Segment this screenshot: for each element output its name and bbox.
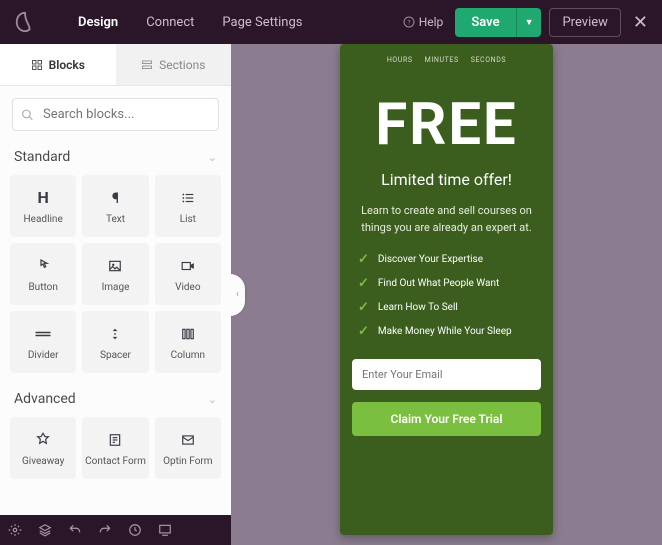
list-item: ✓ Discover Your Expertise xyxy=(358,252,535,267)
check-icon: ✓ xyxy=(358,276,369,291)
cta-button[interactable]: Claim Your Free Trial xyxy=(352,402,541,436)
headline-icon: H xyxy=(38,188,49,208)
button-icon xyxy=(35,256,51,276)
form-icon xyxy=(108,430,122,450)
block-video[interactable]: Video xyxy=(155,243,221,305)
block-label: Column xyxy=(171,350,205,361)
block-label: Optin Form xyxy=(163,456,213,467)
svg-text:?: ? xyxy=(407,19,410,27)
block-label: Video xyxy=(175,282,200,293)
blocks-icon xyxy=(31,59,43,71)
spacer-icon xyxy=(108,324,122,344)
section-standard-label: Standard xyxy=(14,149,70,165)
block-divider[interactable]: Divider xyxy=(10,311,76,373)
timer-minutes: MINUTES xyxy=(425,56,459,64)
redo-icon[interactable] xyxy=(98,523,112,537)
bullet-text: Learn How To Sell xyxy=(378,302,458,313)
subheadline[interactable]: Limited time offer! xyxy=(352,170,541,189)
column-icon xyxy=(180,324,196,344)
save-button[interactable]: Save xyxy=(455,8,515,37)
device-icon[interactable] xyxy=(158,523,172,537)
undo-icon[interactable] xyxy=(68,523,82,537)
section-advanced-label: Advanced xyxy=(14,391,76,407)
block-label: Headline xyxy=(24,214,63,225)
list-item: ✓ Make Money While Your Sleep xyxy=(358,324,535,339)
chevron-down-icon: ⌄ xyxy=(208,151,217,164)
bullet-text: Find Out What People Want xyxy=(378,278,499,289)
search-icon xyxy=(21,108,34,121)
nav-connect[interactable]: Connect xyxy=(132,15,208,30)
block-contact-form[interactable]: Contact Form xyxy=(82,417,148,479)
sections-icon xyxy=(141,59,153,71)
email-field[interactable] xyxy=(352,359,541,390)
text-icon: ¶ xyxy=(112,188,119,208)
block-label: Button xyxy=(28,282,57,293)
divider-icon xyxy=(34,324,52,344)
app-logo-icon xyxy=(14,11,36,33)
bullet-list[interactable]: ✓ Discover Your Expertise ✓ Find Out What … xyxy=(352,246,541,343)
tab-sections[interactable]: Sections xyxy=(116,44,232,85)
save-dropdown[interactable]: ▼ xyxy=(516,8,542,37)
block-giveaway[interactable]: Giveaway xyxy=(10,417,76,479)
check-icon: ✓ xyxy=(358,324,369,339)
timer-hours: HOURS xyxy=(387,56,413,64)
giveaway-icon xyxy=(35,430,51,450)
tab-blocks[interactable]: Blocks xyxy=(0,44,116,85)
help-label: Help xyxy=(419,15,444,29)
chevron-down-icon: ⌄ xyxy=(208,393,217,406)
block-label: Text xyxy=(106,214,125,225)
layers-icon[interactable] xyxy=(38,523,52,537)
nav-design[interactable]: Design xyxy=(64,15,132,30)
section-standard-toggle[interactable]: Standard ⌄ xyxy=(0,143,231,171)
headline[interactable]: FREE xyxy=(352,96,541,154)
list-item: ✓ Find Out What People Want xyxy=(358,276,535,291)
bullet-text: Make Money While Your Sleep xyxy=(378,326,512,337)
countdown-labels: HOURS MINUTES SECONDS xyxy=(352,56,541,64)
block-label: Image xyxy=(102,282,130,293)
page-preview[interactable]: HOURS MINUTES SECONDS FREE Limited time … xyxy=(340,44,553,535)
list-item: ✓ Learn How To Sell xyxy=(358,300,535,315)
topbar: Design Connect Page Settings ? Help Save… xyxy=(0,0,662,44)
bottom-toolbar xyxy=(0,515,231,545)
block-column[interactable]: Column xyxy=(155,311,221,373)
nav-page-settings[interactable]: Page Settings xyxy=(208,15,316,30)
block-label: Divider xyxy=(28,350,59,361)
optin-icon xyxy=(180,430,196,450)
block-optin-form[interactable]: Optin Form xyxy=(155,417,221,479)
help-link[interactable]: ? Help xyxy=(403,15,444,29)
block-label: Giveaway xyxy=(22,456,64,467)
timer-seconds: SECONDS xyxy=(471,56,506,64)
preview-button[interactable]: Preview xyxy=(549,8,620,37)
block-image[interactable]: Image xyxy=(82,243,148,305)
block-list[interactable]: List xyxy=(155,175,221,237)
sidebar: Blocks Sections Standard ⌄ H Headline ¶ Te… xyxy=(0,44,231,545)
tab-blocks-label: Blocks xyxy=(49,58,85,72)
list-icon xyxy=(180,188,196,208)
section-advanced-toggle[interactable]: Advanced ⌄ xyxy=(0,385,231,413)
check-icon: ✓ xyxy=(358,300,369,315)
block-headline[interactable]: H Headline xyxy=(10,175,76,237)
search-input[interactable] xyxy=(12,98,219,131)
block-spacer[interactable]: Spacer xyxy=(82,311,148,373)
block-text[interactable]: ¶ Text xyxy=(82,175,148,237)
close-button[interactable]: ✕ xyxy=(633,12,648,33)
video-icon xyxy=(179,256,197,276)
help-icon: ? xyxy=(403,16,415,28)
description[interactable]: Learn to create and sell courses on thin… xyxy=(352,203,541,236)
block-button[interactable]: Button xyxy=(10,243,76,305)
image-icon xyxy=(107,256,123,276)
history-icon[interactable] xyxy=(128,523,142,537)
block-label: Contact Form xyxy=(85,456,146,467)
tab-sections-label: Sections xyxy=(159,58,205,72)
bullet-text: Discover Your Expertise xyxy=(378,254,483,265)
canvas[interactable]: HOURS MINUTES SECONDS FREE Limited time … xyxy=(231,44,662,545)
block-label: List xyxy=(180,214,196,225)
block-label: Spacer xyxy=(100,350,131,361)
settings-icon[interactable] xyxy=(8,523,22,537)
check-icon: ✓ xyxy=(358,252,369,267)
